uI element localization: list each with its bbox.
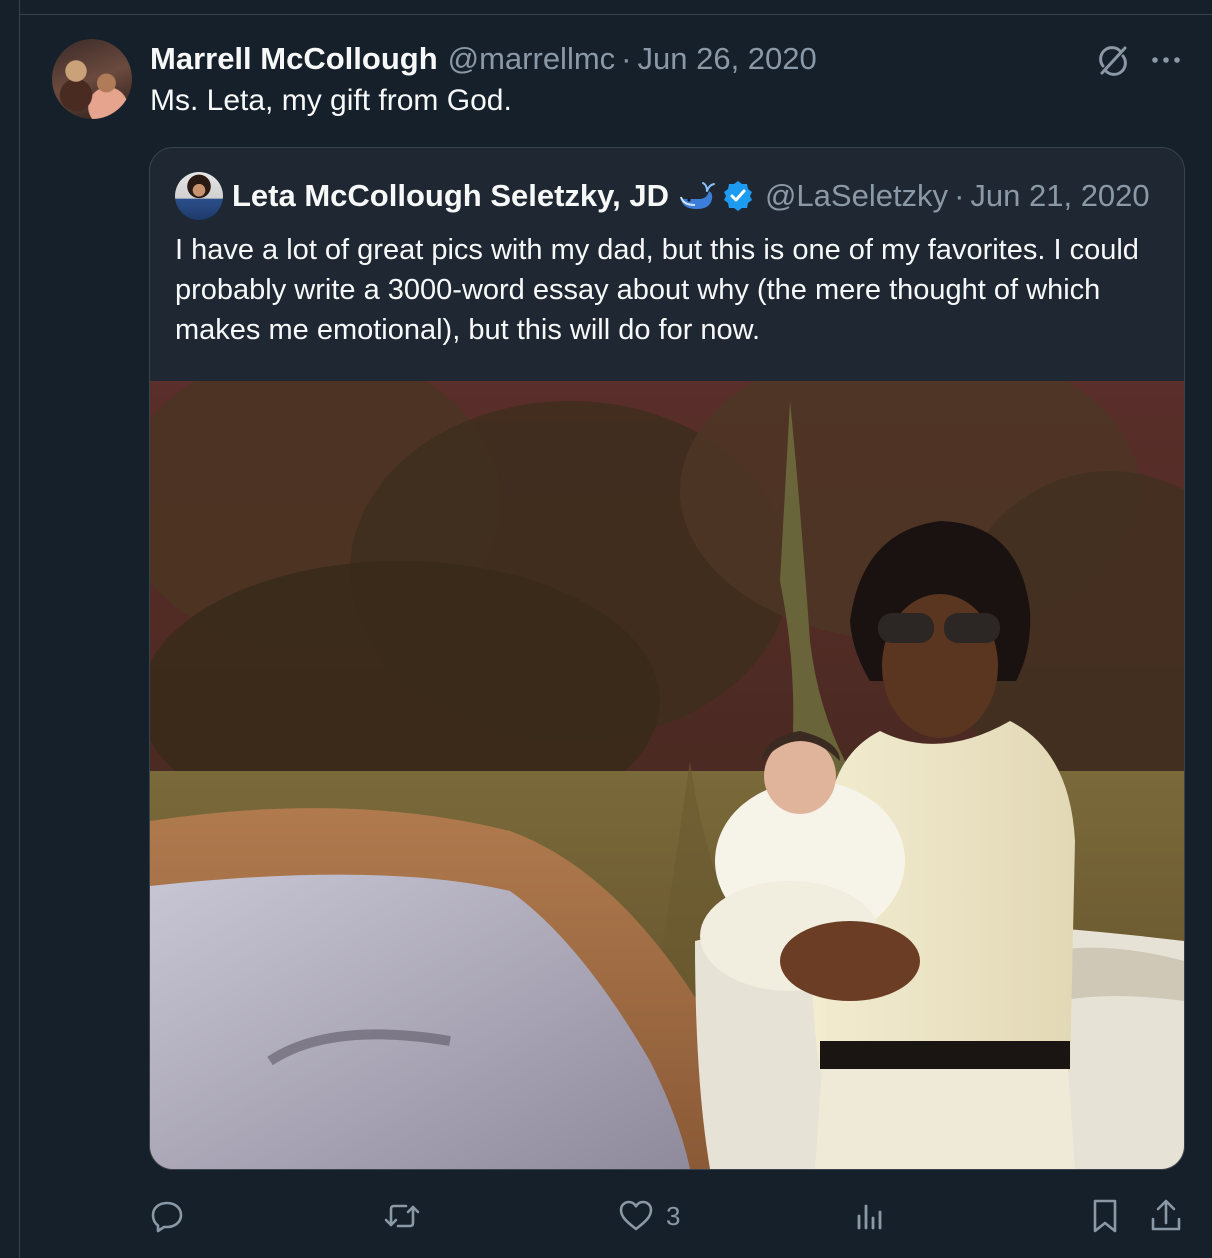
post-text: Ms. Leta, my gift from God. — [150, 84, 512, 117]
quoted-author-handle[interactable]: @LaSeletzky — [765, 178, 948, 214]
quoted-author-avatar[interactable] — [175, 172, 223, 220]
reply-icon — [151, 1201, 183, 1233]
share-button[interactable] — [1148, 1190, 1184, 1242]
whale-icon — [679, 182, 715, 209]
views-button[interactable] — [852, 1190, 888, 1242]
grok-icon[interactable] — [1094, 42, 1132, 80]
quoted-author-name[interactable]: Leta McCollough Seletzky, JD — [232, 178, 669, 214]
author-name[interactable]: Marrell McCollough — [150, 41, 438, 77]
repost-icon — [384, 1204, 420, 1228]
like-button[interactable]: 3 — [618, 1190, 680, 1242]
reply-button[interactable] — [148, 1190, 186, 1242]
header-separator: · — [621, 41, 632, 76]
quoted-post[interactable]: Leta McCollough Seletzky, JD @LaSeletzky… — [149, 147, 1185, 1170]
bookmark-button[interactable] — [1088, 1190, 1122, 1242]
action-bar: 3 — [0, 1190, 1212, 1242]
repost-button[interactable] — [382, 1190, 422, 1242]
quoted-header-separator: · — [954, 178, 965, 213]
quoted-post-text: I have a lot of great pics with my dad, … — [175, 234, 1139, 346]
heart-icon — [619, 1200, 653, 1231]
more-options-icon[interactable] — [1148, 44, 1184, 76]
bookmark-icon — [1093, 1199, 1117, 1233]
like-count: 3 — [666, 1200, 681, 1231]
author-avatar[interactable] — [52, 39, 132, 119]
quoted-post-photo[interactable] — [150, 381, 1184, 1169]
timeline-post[interactable]: Marrell McCollough @marrellmc · Jun 26, … — [0, 0, 1212, 1258]
quoted-post-date[interactable]: Jun 21, 2020 — [970, 178, 1149, 214]
column-divider — [19, 0, 20, 1258]
post-divider — [19, 14, 1212, 15]
author-handle[interactable]: @marrellmc — [448, 41, 616, 77]
views-icon — [857, 1204, 882, 1230]
post-header: Marrell McCollough @marrellmc · Jun 26, … — [150, 40, 817, 78]
share-icon — [1151, 1199, 1181, 1231]
verified-badge-icon[interactable] — [721, 179, 755, 213]
post-date[interactable]: Jun 26, 2020 — [638, 41, 817, 77]
quoted-post-header: Leta McCollough Seletzky, JD @LaSeletzky… — [232, 176, 1150, 216]
